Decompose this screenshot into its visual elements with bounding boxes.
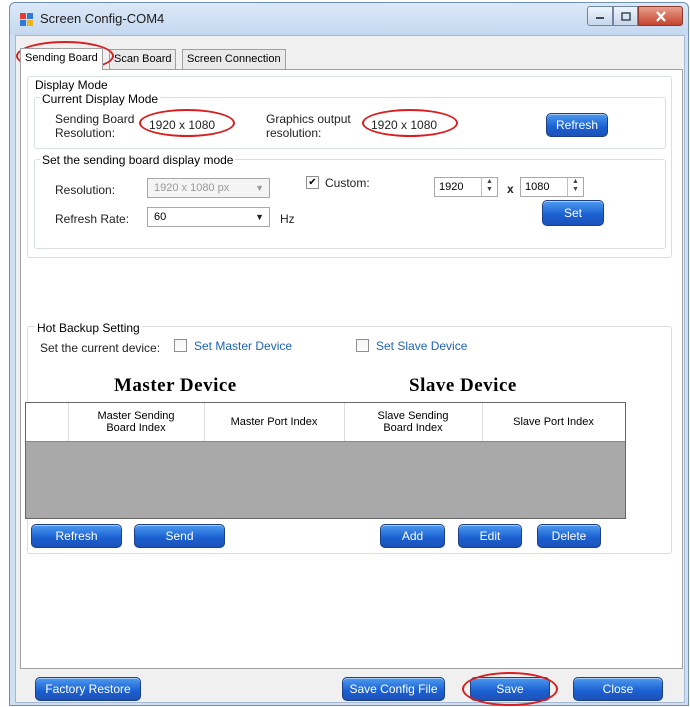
set-display-mode-label: Set the sending board display mode: [40, 153, 236, 167]
send-button[interactable]: Send: [134, 524, 225, 548]
hot-backup-refresh-button[interactable]: Refresh: [31, 524, 122, 548]
close-window-button[interactable]: [638, 6, 683, 26]
spin-arrows-icon[interactable]: ▲ ▼: [567, 178, 583, 196]
factory-restore-button[interactable]: Factory Restore: [35, 677, 141, 701]
hot-backup-label: Hot Backup Setting: [35, 321, 142, 335]
sending-board-label-line1: Sending Board: [55, 112, 135, 126]
close-button[interactable]: Close: [573, 677, 663, 701]
maximize-button[interactable]: [613, 6, 638, 26]
column-slave-sending-board-index[interactable]: Slave Sending Board Index: [344, 403, 482, 441]
graphics-output-label-line2: resolution:: [266, 126, 322, 140]
sending-board-label-line2: Resolution:: [55, 126, 116, 140]
master-device-checkbox-label[interactable]: Set Master Device: [194, 339, 292, 353]
hz-label: Hz: [280, 212, 295, 226]
sending-board-resolution-value: 1920 x 1080: [149, 118, 216, 132]
refresh-rate-value: 60: [154, 211, 167, 223]
x-separator-label: x: [507, 182, 514, 196]
slave-device-checkbox[interactable]: [356, 339, 369, 352]
checkmark-icon: ✔: [308, 177, 317, 188]
add-button[interactable]: Add: [380, 524, 445, 548]
close-icon: [655, 10, 666, 22]
column-slave-port-index[interactable]: Slave Port Index: [482, 403, 625, 441]
app-window-icon: [20, 13, 33, 26]
set-button[interactable]: Set: [542, 200, 604, 226]
column-master-port-index[interactable]: Master Port Index: [204, 403, 344, 441]
resolution-dropdown[interactable]: 1920 x 1080 px ▼: [147, 178, 270, 198]
graphics-output-resolution-value: 1920 x 1080: [371, 118, 438, 132]
tab-screen-connection[interactable]: Screen Connection: [182, 49, 286, 69]
master-device-checkbox[interactable]: [174, 339, 187, 352]
tab-scan-board[interactable]: Scan Board: [109, 49, 177, 69]
custom-height-value: 1080: [525, 181, 550, 193]
refresh-rate-label: Refresh Rate:: [55, 212, 130, 226]
maximize-icon: [620, 11, 631, 21]
custom-width-value: 1920: [439, 181, 464, 193]
minimize-button[interactable]: [587, 6, 613, 26]
window-title: Screen Config-COM4: [40, 11, 165, 26]
title-bar[interactable]: Screen Config-COM4: [10, 3, 688, 35]
resolution-label: Resolution:: [55, 183, 116, 197]
tab-sending-board[interactable]: Sending Board: [20, 48, 103, 70]
custom-label: Custom:: [325, 176, 370, 190]
chevron-down-icon: ▼: [255, 212, 264, 222]
graphics-output-label-line1: Graphics output: [266, 112, 351, 126]
resolution-dropdown-value: 1920 x 1080 px: [154, 182, 230, 194]
display-mode-label: Display Mode: [35, 78, 108, 92]
custom-height-input[interactable]: 1080 ▲ ▼: [520, 177, 584, 197]
delete-button[interactable]: Delete: [537, 524, 601, 548]
tab-page-sending-board: Display Mode Current Display Mode Sendin…: [20, 69, 683, 669]
current-refresh-button[interactable]: Refresh: [546, 113, 608, 137]
slave-device-title: Slave Device: [409, 375, 517, 396]
master-device-title: Master Device: [114, 375, 237, 396]
table-header: Master Sending Board Index Master Port In…: [26, 403, 625, 442]
save-config-file-button[interactable]: Save Config File: [342, 677, 445, 701]
minimize-icon: [596, 17, 604, 19]
edit-button[interactable]: Edit: [458, 524, 522, 548]
dialog-client: Sending Board Scan Board Screen Connecti…: [15, 35, 685, 706]
refresh-rate-dropdown[interactable]: 60 ▼: [147, 207, 270, 227]
custom-checkbox[interactable]: ✔: [306, 176, 319, 189]
current-display-mode-label: Current Display Mode: [40, 92, 161, 106]
window-frame: Screen Config-COM4 Sending Board Scan Bo…: [9, 2, 689, 706]
chevron-down-icon: ▼: [255, 183, 264, 193]
hot-backup-table[interactable]: Master Sending Board Index Master Port In…: [25, 402, 626, 519]
column-master-sending-board-index[interactable]: Master Sending Board Index: [68, 403, 204, 441]
custom-width-input[interactable]: 1920 ▲ ▼: [434, 177, 498, 197]
save-button[interactable]: Save: [470, 677, 550, 701]
slave-device-checkbox-label[interactable]: Set Slave Device: [376, 339, 467, 353]
spin-arrows-icon[interactable]: ▲ ▼: [481, 178, 497, 196]
current-device-label: Set the current device:: [40, 341, 161, 355]
